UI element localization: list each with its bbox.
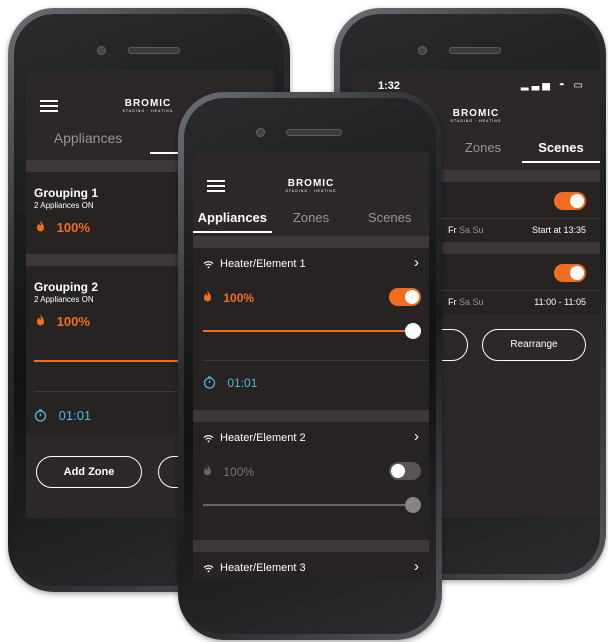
zone-subtitle: 2 Appliances ON — [34, 201, 94, 210]
wifi-icon — [203, 434, 214, 442]
tab-zones[interactable]: Zones — [444, 140, 522, 163]
scene-schedule: 11:00 - 11:05 — [534, 297, 586, 307]
appliance-power-row: 100% — [203, 464, 254, 479]
slider-handle[interactable] — [405, 323, 421, 339]
appliance-card[interactable]: Heater/Element 3 › — [193, 552, 429, 580]
appliance-timer-row: 01:01 — [203, 376, 257, 390]
scene-days: Fr Sa Su — [448, 225, 484, 235]
tab-scenes[interactable]: Scenes — [350, 210, 429, 233]
flame-icon — [36, 314, 45, 326]
appliance-toggle[interactable] — [389, 288, 421, 306]
appliance-name-row: Heater/Element 3 — [203, 562, 306, 574]
tab-appliances[interactable]: Appliances — [26, 130, 150, 154]
tab-bar: Appliances Zones Scenes — [193, 210, 429, 233]
earpiece-speaker — [128, 47, 180, 54]
zone-title: Grouping 2 — [34, 280, 98, 294]
front-camera — [97, 46, 106, 55]
front-camera — [418, 46, 427, 55]
appliance-name-row: Heater/Element 2 — [203, 432, 306, 444]
brand-logo: BROMIC STAGING · HEATING — [285, 178, 337, 193]
slider-handle[interactable] — [405, 497, 421, 513]
scene-days: Fr Sa Su — [448, 297, 484, 307]
scene-toggle[interactable] — [554, 264, 586, 282]
chevron-right-icon[interactable]: › — [414, 428, 419, 445]
zone-power-value: 100% — [56, 220, 90, 235]
divider — [193, 410, 429, 422]
appliance-timer-value: 01:01 — [227, 376, 258, 390]
timer-icon — [34, 409, 47, 422]
tab-appliances[interactable]: Appliances — [193, 210, 272, 233]
center-screen: BROMIC STAGING · HEATING Appliances Zones… — [193, 152, 429, 580]
earpiece-speaker — [286, 129, 342, 136]
center-phone: BROMIC STAGING · HEATING Appliances Zones… — [178, 92, 442, 640]
brand-logo: BROMIC STAGING · HEATING — [122, 98, 174, 113]
status-icons: ▂▃▅ ◓ ▭ — [520, 80, 586, 91]
zone-subtitle: 2 Appliances ON — [34, 295, 94, 304]
power-level-slider[interactable] — [203, 323, 421, 339]
appliance-power-row: 100% — [203, 290, 254, 305]
appliance-name: Heater/Element 1 — [220, 258, 306, 270]
zone-title: Grouping 1 — [34, 186, 98, 200]
wifi-icon — [203, 564, 214, 572]
appliance-power-value: 100% — [223, 291, 255, 305]
flame-icon — [36, 220, 45, 232]
tab-scenes[interactable]: Scenes — [522, 140, 600, 163]
appliance-power-value: 100% — [223, 465, 255, 479]
tab-bar: Zones Scenes — [444, 140, 600, 163]
appliance-name-row: Heater/Element 1 — [203, 258, 306, 270]
appliance-name: Heater/Element 2 — [220, 432, 306, 444]
timer-icon — [203, 376, 216, 389]
chevron-right-icon[interactable]: › — [414, 558, 419, 575]
front-camera — [256, 128, 265, 137]
hamburger-menu-icon[interactable] — [207, 180, 225, 192]
brand-logo: BROMIC STAGING · HEATING — [450, 108, 502, 123]
rearrange-button[interactable]: Rearrange — [482, 329, 586, 361]
divider — [193, 540, 429, 552]
status-time: 1:32 — [378, 80, 401, 92]
zone-timer-value: 01:01 — [58, 408, 92, 423]
power-level-slider[interactable] — [203, 497, 421, 513]
divider-line — [203, 360, 429, 361]
add-zone-button[interactable]: Add Zone — [36, 456, 142, 488]
tab-zones[interactable]: Zones — [272, 210, 351, 233]
flame-icon — [203, 290, 212, 302]
zone-power-row: 100% — [36, 220, 90, 235]
scene-schedule: Start at 13:35 — [531, 225, 586, 235]
appliance-toggle[interactable] — [389, 462, 421, 480]
flame-icon — [203, 464, 212, 476]
appliance-card[interactable]: Heater/Element 2 › 100% — [193, 422, 429, 540]
appliance-card[interactable]: Heater/Element 1 › 100% 01:01 — [193, 248, 429, 410]
hamburger-menu-icon[interactable] — [40, 100, 58, 112]
scene-toggle[interactable] — [554, 192, 586, 210]
divider — [193, 236, 429, 248]
appliance-name: Heater/Element 3 — [220, 562, 306, 574]
zone-power-value: 100% — [56, 314, 90, 329]
zone-timer-row: 01:01 — [34, 408, 91, 423]
earpiece-speaker — [449, 47, 501, 54]
zone-power-row: 100% — [36, 314, 90, 329]
chevron-right-icon[interactable]: › — [414, 254, 419, 271]
wifi-icon — [203, 260, 214, 268]
